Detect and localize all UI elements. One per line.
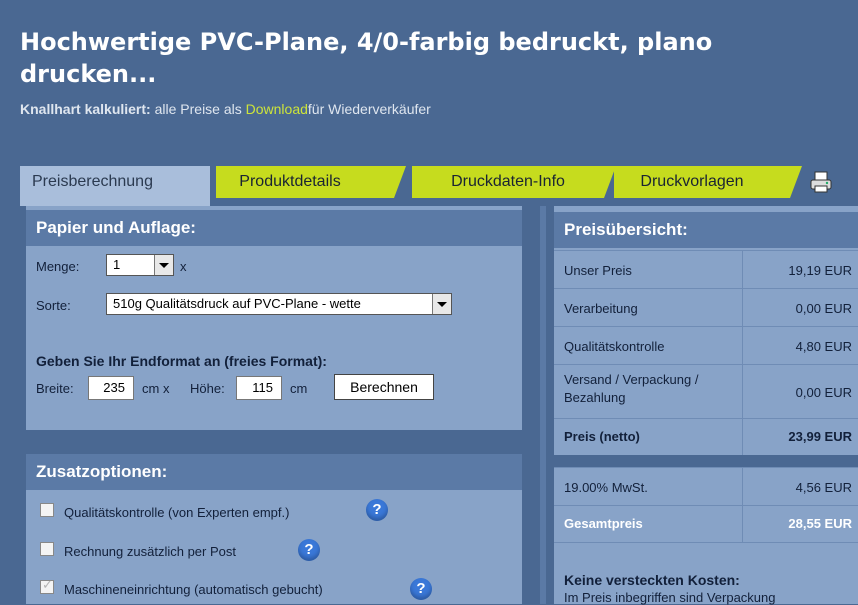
checkbox-qualitaetskontrolle[interactable]	[40, 503, 54, 517]
tab-label: Produktdetails	[239, 173, 341, 190]
note-heading: Keine versteckten Kosten:	[564, 572, 740, 588]
sorte-label: Sorte:	[36, 298, 71, 313]
price-value: 28,55 EUR	[788, 516, 852, 531]
price-row-total: Gesamtpreis 28,55 EUR	[554, 505, 858, 543]
price-row: Versand / Verpackung / Bezahlung 0,00 EUR	[554, 364, 858, 419]
price-label: Gesamtpreis	[564, 516, 643, 531]
breite-label: Breite:	[36, 381, 74, 396]
tab-druckvorlagen[interactable]: Druckvorlagen	[614, 166, 802, 198]
breite-input[interactable]: 235	[88, 376, 134, 400]
help-icon[interactable]: ?	[410, 578, 432, 600]
paper-section-heading: Papier und Auflage:	[26, 210, 522, 246]
option-label: Qualitätskontrolle (von Experten empf.)	[64, 505, 290, 520]
hoehe-label: Höhe:	[190, 381, 225, 396]
subtitle-text: alle Preise als	[154, 101, 242, 117]
printer-icon[interactable]	[808, 170, 834, 194]
subtitle-text-2: für Wiederverkäufer	[307, 101, 431, 117]
price-value: 4,56 EUR	[795, 480, 852, 495]
subtitle-bold: Knallhart kalkuliert:	[20, 101, 151, 117]
price-label: 19.00% MwSt.	[564, 480, 648, 495]
tab-label: Druckdaten-Info	[451, 173, 565, 190]
chevron-down-icon	[432, 294, 451, 314]
price-section-heading: Preisübersicht:	[554, 212, 858, 248]
price-label: Verarbeitung	[564, 301, 638, 316]
tab-preisberechnung[interactable]: Preisberechnung	[20, 166, 210, 206]
calculate-button[interactable]: Berechnen	[334, 374, 434, 400]
menge-suffix: x	[180, 259, 187, 274]
price-row-vat: 19.00% MwSt. 4,56 EUR	[554, 467, 858, 506]
sorte-value: 510g Qualitätsdruck auf PVC-Plane - wett…	[113, 296, 361, 311]
price-label: Unser Preis	[564, 263, 632, 278]
price-value: 0,00 EUR	[795, 301, 852, 316]
price-value: 0,00 EUR	[795, 385, 852, 400]
section-gap	[26, 430, 522, 456]
price-value: 4,80 EUR	[795, 339, 852, 354]
price-row: Verarbeitung 0,00 EUR	[554, 288, 858, 327]
price-label: Preis (netto)	[564, 429, 640, 444]
option-label: Maschineneinrichtung (automatisch gebuch…	[64, 582, 323, 597]
menge-label: Menge:	[36, 259, 80, 274]
panel-divider	[540, 206, 546, 604]
hoehe-unit: cm	[290, 381, 308, 396]
format-heading: Geben Sie Ihr Endformat an (freies Forma…	[36, 353, 327, 369]
page-title: Hochwertige PVC-Plane, 4/0-farbig bedruc…	[20, 28, 713, 88]
price-value: 23,99 EUR	[788, 429, 852, 444]
help-icon[interactable]: ?	[298, 539, 320, 561]
price-panel: Preisübersicht: Unser Preis 19,19 EUR Ver…	[554, 206, 858, 605]
checkbox-rechnung-post[interactable]	[40, 542, 54, 556]
tab-druckdaten-info[interactable]: Druckdaten-Info	[412, 166, 616, 198]
note-text: Im Preis inbegriffen sind Verpackung	[564, 590, 776, 605]
price-value: 19,19 EUR	[788, 263, 852, 278]
menge-select[interactable]: 1	[106, 254, 174, 276]
breite-unit: cm x	[142, 381, 170, 396]
menge-value: 1	[113, 257, 121, 272]
extras-section-heading: Zusatzoptionen:	[26, 454, 522, 490]
tab-label: Preisberechnung	[32, 173, 153, 190]
hoehe-input[interactable]: 115	[236, 376, 282, 400]
sorte-select[interactable]: 510g Qualitätsdruck auf PVC-Plane - wett…	[106, 293, 452, 315]
help-icon[interactable]: ?	[366, 499, 388, 521]
option-label: Rechnung zusätzlich per Post	[64, 544, 236, 559]
price-label: Qualitätskontrolle	[564, 339, 665, 354]
price-row-net: Preis (netto) 23,99 EUR	[554, 418, 858, 456]
price-row: Qualitätskontrolle 4,80 EUR	[554, 326, 858, 365]
tab-label: Druckvorlagen	[640, 173, 744, 190]
tab-produktdetails[interactable]: Produktdetails	[216, 166, 406, 198]
price-row: Unser Preis 19,19 EUR	[554, 250, 858, 289]
download-link[interactable]: Download	[246, 101, 308, 117]
price-gap	[554, 455, 858, 467]
price-label: Versand / Verpackung / Bezahlung	[564, 372, 699, 405]
checkbox-maschineneinrichtung	[40, 577, 54, 594]
chevron-down-icon	[154, 255, 173, 275]
subtitle: Knallhart kalkuliert: alle Preise als Do…	[20, 101, 431, 117]
left-panel: Papier und Auflage: Menge: 1 x Sorte: 51…	[26, 206, 522, 604]
